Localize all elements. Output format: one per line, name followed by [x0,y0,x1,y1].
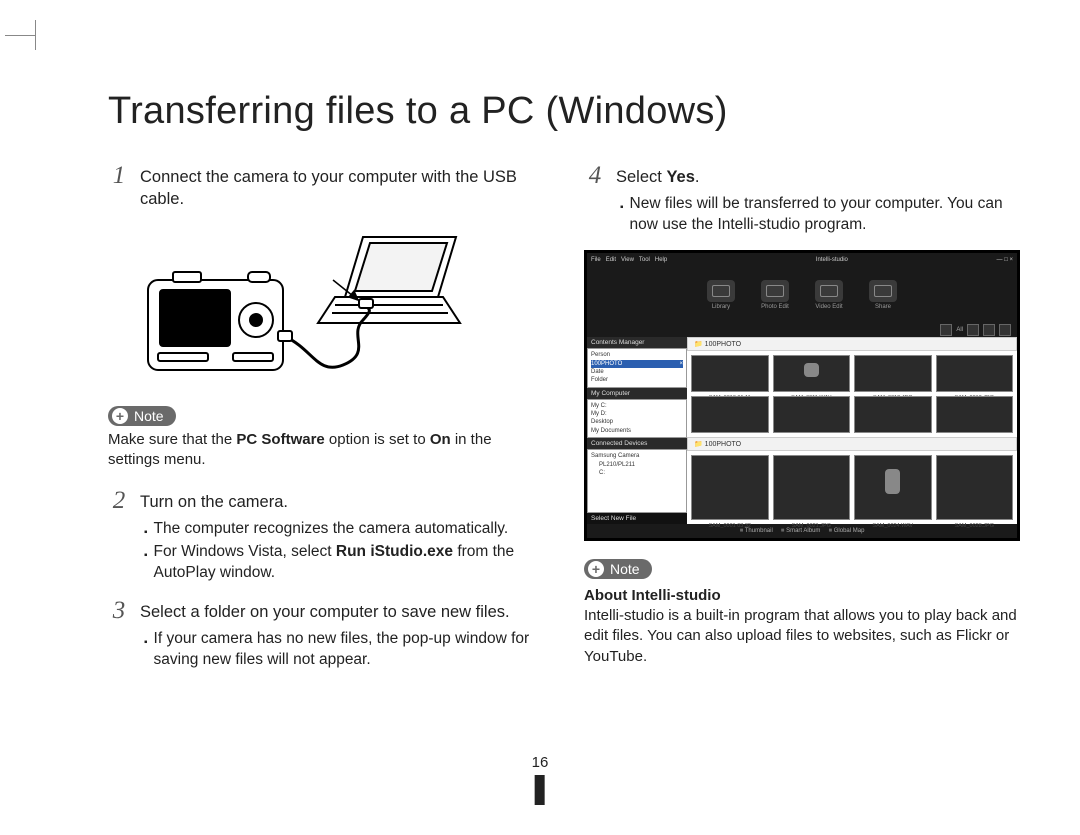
panel-header: Connected Devices [587,438,687,449]
bullet-icon [620,194,624,236]
manual-page: Transferring files to a PC (Windows) 1 C… [0,0,1080,685]
ss-sub-toolbar: All [587,323,1017,337]
breadcrumb-top: 📁 100PHOTO [687,337,1017,351]
note-body: Intelli-studio is a built-in program tha… [584,606,1020,667]
note-label: Note [134,408,164,424]
step-3-bullets: If your camera has no new files, the pop… [144,629,544,671]
thumb [854,396,932,433]
library-icon [707,280,735,302]
step-4: 4 Select Yes. [584,163,1020,188]
thumb: SAM_0021.JPG [773,455,851,520]
thumbnail-grid-top: SAM_0010 01:11 SAM_0011.WAV SAM_0012.JPG… [687,351,1017,437]
thumb: SAM_0024.WAV [854,455,932,520]
bullet-icon [144,629,148,671]
photo-icon [761,280,789,302]
step-number: 4 [584,163,606,188]
step-4-bullets: New files will be transferred to your co… [620,194,1020,236]
thumb [936,396,1014,433]
step-3: 3 Select a folder on your computer to sa… [108,598,544,623]
tb-video: Video Edit [815,280,843,310]
plus-icon: + [588,561,604,577]
view-chip-icon [967,324,979,336]
thumb: SAM_0013.JPG [936,355,1014,392]
step-text: Select a folder on your computer to save… [140,598,510,623]
note-label: Note [610,561,640,577]
ss-sidebar: Contents Manager Person 100PHOTO× Date F… [587,337,687,524]
thumb: SAM_0012.JPG [854,355,932,392]
bullet: New files will be transferred to your co… [620,194,1020,236]
bullet-icon [144,542,148,584]
ss-app-title: Intelli-studio [816,257,848,263]
step-number: 3 [108,598,130,623]
filter-chip-icon [940,324,952,336]
thumbnail-grid-bottom: SAM_0001 03:32 SAM_0021.JPG SAM_0024.WAV… [687,451,1017,524]
panel-header: My Computer [587,388,687,399]
panel-connected-devices: Samsung Camera PL210/PL211 C: [587,449,687,513]
view-chip-icon [983,324,995,336]
step-number: 2 [108,488,130,513]
step-text: Connect the camera to your computer with… [140,163,544,211]
note-subhead: About Intelli-studio [584,587,1020,604]
thumb: SAM_0010 01:11 [691,355,769,392]
panel-header: Contents Manager [587,337,687,348]
page-number-value: 16 [532,754,549,771]
panel-my-computer: My C: My D: Desktop My Documents [587,399,687,439]
camera-to-laptop-illustration [138,225,468,390]
step-text: Select Yes. [616,163,700,188]
ss-main: 📁 100PHOTO SAM_0010 01:11 SAM_0011.WAV S… [687,337,1017,524]
bullet: The computer recognizes the camera autom… [144,519,544,540]
step-2: 2 Turn on the camera. [108,488,544,513]
intelli-studio-screenshot: File Edit View Tool Help Intelli-studio … [584,250,1020,541]
note-block-1: + Note Make sure that the PC Software op… [108,406,544,471]
panel-contents-manager: Person 100PHOTO× Date Folder [587,348,687,388]
note-block-2: + Note About Intelli-studio Intelli-stud… [584,559,1020,667]
note-pill: + Note [108,406,176,426]
ss-window-controls: — □ × [997,257,1013,263]
tb-library: Library [707,280,735,310]
page-title: Transferring files to a PC (Windows) [108,90,1020,133]
note-pill: + Note [584,559,652,579]
ss-toolbar: Library Photo Edit Video Edit Share [587,267,1017,323]
view-chip-icon [999,324,1011,336]
step-1: 1 Connect the camera to your computer wi… [108,163,544,211]
video-icon [815,280,843,302]
ss-body: Contents Manager Person 100PHOTO× Date F… [587,337,1017,524]
tb-share: Share [869,280,897,310]
step-number: 1 [108,163,130,188]
right-column: 4 Select Yes. New files will be transfer… [584,163,1020,685]
step-2-bullets: The computer recognizes the camera autom… [144,519,544,584]
thumb: SAM_0028.JPG [936,455,1014,520]
step-text: Turn on the camera. [140,488,288,513]
thumb [691,396,769,433]
left-column: 1 Connect the camera to your computer wi… [108,163,544,685]
globe-icon [869,280,897,302]
bullet-icon [144,519,148,540]
bullet: If your camera has no new files, the pop… [144,629,544,671]
tb-photo: Photo Edit [761,280,789,310]
panel-bottom-status: Select New File [587,513,687,524]
thumb: SAM_0001 03:32 [691,455,769,520]
ss-menu: File Edit View Tool Help [591,257,667,263]
thumb: SAM_0011.WAV [773,355,851,392]
note-body: Make sure that the PC Software option is… [108,430,544,471]
page-number-bar-icon [535,775,545,805]
page-number: 16 [532,754,549,805]
thumb [773,396,851,433]
ss-titlebar: File Edit View Tool Help Intelli-studio … [587,253,1017,267]
breadcrumb-bottom: 📁 100PHOTO [687,437,1017,451]
selected-row: 100PHOTO× [591,360,683,368]
plus-icon: + [112,408,128,424]
two-column-layout: 1 Connect the camera to your computer wi… [108,163,1020,685]
bullet: For Windows Vista, select Run iStudio.ex… [144,542,544,584]
